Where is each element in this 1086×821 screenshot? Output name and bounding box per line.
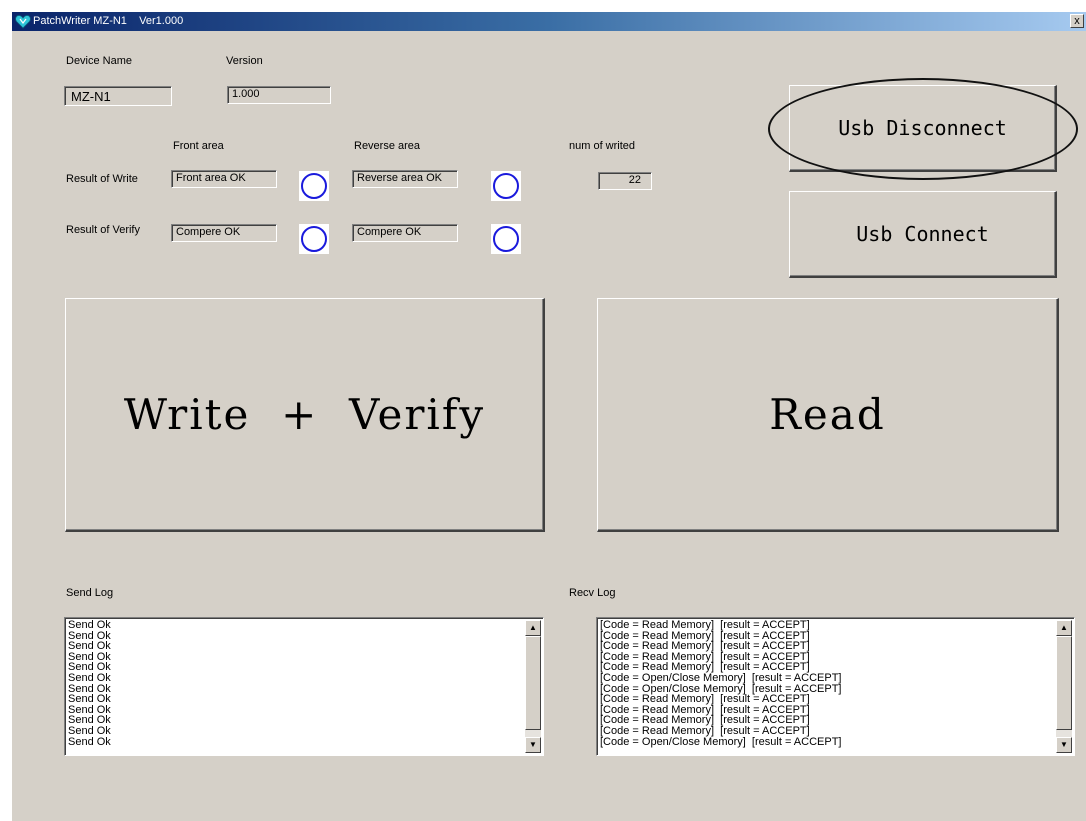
verify-front-lamp xyxy=(299,224,329,254)
scroll-up-icon[interactable]: ▲ xyxy=(1056,620,1072,636)
log-line: Send Ok xyxy=(68,693,111,706)
read-button[interactable]: Read xyxy=(597,298,1059,532)
log-line: [Code = Read Memory] [result = ACCEPT] xyxy=(600,619,810,631)
usb-disconnect-button[interactable]: Usb Disconnect xyxy=(789,85,1057,172)
verify-front-field: Compere OK xyxy=(171,224,277,242)
close-button[interactable]: x xyxy=(1070,14,1084,28)
window-title: PatchWriter MZ-N1 Ver1.000 xyxy=(33,15,184,27)
log-line: Send Ok xyxy=(68,724,111,737)
front-area-label: Front area xyxy=(173,140,224,152)
write-front-lamp xyxy=(299,171,329,201)
heart-app-icon xyxy=(15,15,31,29)
version-label: Version xyxy=(226,55,263,67)
scroll-down-icon[interactable]: ▼ xyxy=(1056,737,1072,753)
scroll-down-icon[interactable]: ▼ xyxy=(525,737,541,753)
log-line: Send Ok xyxy=(68,629,111,642)
device-name-field: MZ-N1 xyxy=(64,86,172,106)
device-name-label: Device Name xyxy=(66,55,133,67)
log-line: [Code = Open/Close Memory] [result = ACC… xyxy=(600,671,842,684)
write-reverse-lamp xyxy=(491,171,521,201)
result-verify-label: Result of Verify xyxy=(66,224,140,236)
scroll-up-icon[interactable]: ▲ xyxy=(525,620,541,636)
write-verify-button[interactable]: Write + Verify xyxy=(65,298,545,532)
write-front-field: Front area OK xyxy=(171,170,277,188)
send-log-scrollbar[interactable]: ▲ ▼ xyxy=(525,620,541,753)
usb-connect-button[interactable]: Usb Connect xyxy=(789,191,1057,278)
log-line: [Code = Read Memory] [result = ACCEPT] xyxy=(600,724,810,737)
log-line: Send Ok xyxy=(68,619,111,631)
recv-log-lines: [Code = Read Memory] [result = ACCEPT] [C… xyxy=(600,620,1056,747)
log-line: Send Ok xyxy=(68,650,111,663)
scroll-thumb[interactable] xyxy=(1056,636,1072,730)
verify-reverse-field: Compere OK xyxy=(352,224,458,242)
log-line: Send Ok xyxy=(68,640,111,653)
log-line: Send Ok xyxy=(68,671,111,684)
recv-log-label: Recv Log xyxy=(569,587,616,599)
log-line: Send Ok xyxy=(68,682,111,695)
num-writed-field: 22 xyxy=(598,172,652,190)
verify-reverse-lamp xyxy=(491,224,521,254)
num-writed-label: num of writed xyxy=(569,140,636,152)
version-field: 1.000 xyxy=(227,86,331,104)
log-line: Send Ok xyxy=(68,661,111,674)
send-log-label: Send Log xyxy=(66,587,114,599)
send-log-lines: Send Ok Send Ok Send Ok Send Ok Send Ok Send … xyxy=(68,620,525,747)
log-line: Send Ok xyxy=(68,703,111,716)
log-line: Send Ok xyxy=(68,714,111,727)
reverse-area-label: Reverse area xyxy=(354,140,421,152)
recv-log-list[interactable]: [Code = Read Memory] [result = ACCEPT] [C… xyxy=(596,617,1075,756)
log-line: Send Ok xyxy=(68,735,111,748)
log-line: [Code = Open/Close Memory] [result = ACC… xyxy=(600,735,842,748)
title-bar[interactable]: PatchWriter MZ-N1 Ver1.000 x xyxy=(12,12,1086,31)
recv-log-scrollbar[interactable]: ▲ ▼ xyxy=(1056,620,1072,753)
app-window: PatchWriter MZ-N1 Ver1.000 x Device Name… xyxy=(12,12,1086,821)
result-write-label: Result of Write xyxy=(66,173,138,185)
send-log-list[interactable]: Send Ok Send Ok Send Ok Send Ok Send Ok Send … xyxy=(64,617,544,756)
scroll-thumb[interactable] xyxy=(525,636,541,730)
write-reverse-field: Reverse area OK xyxy=(352,170,458,188)
